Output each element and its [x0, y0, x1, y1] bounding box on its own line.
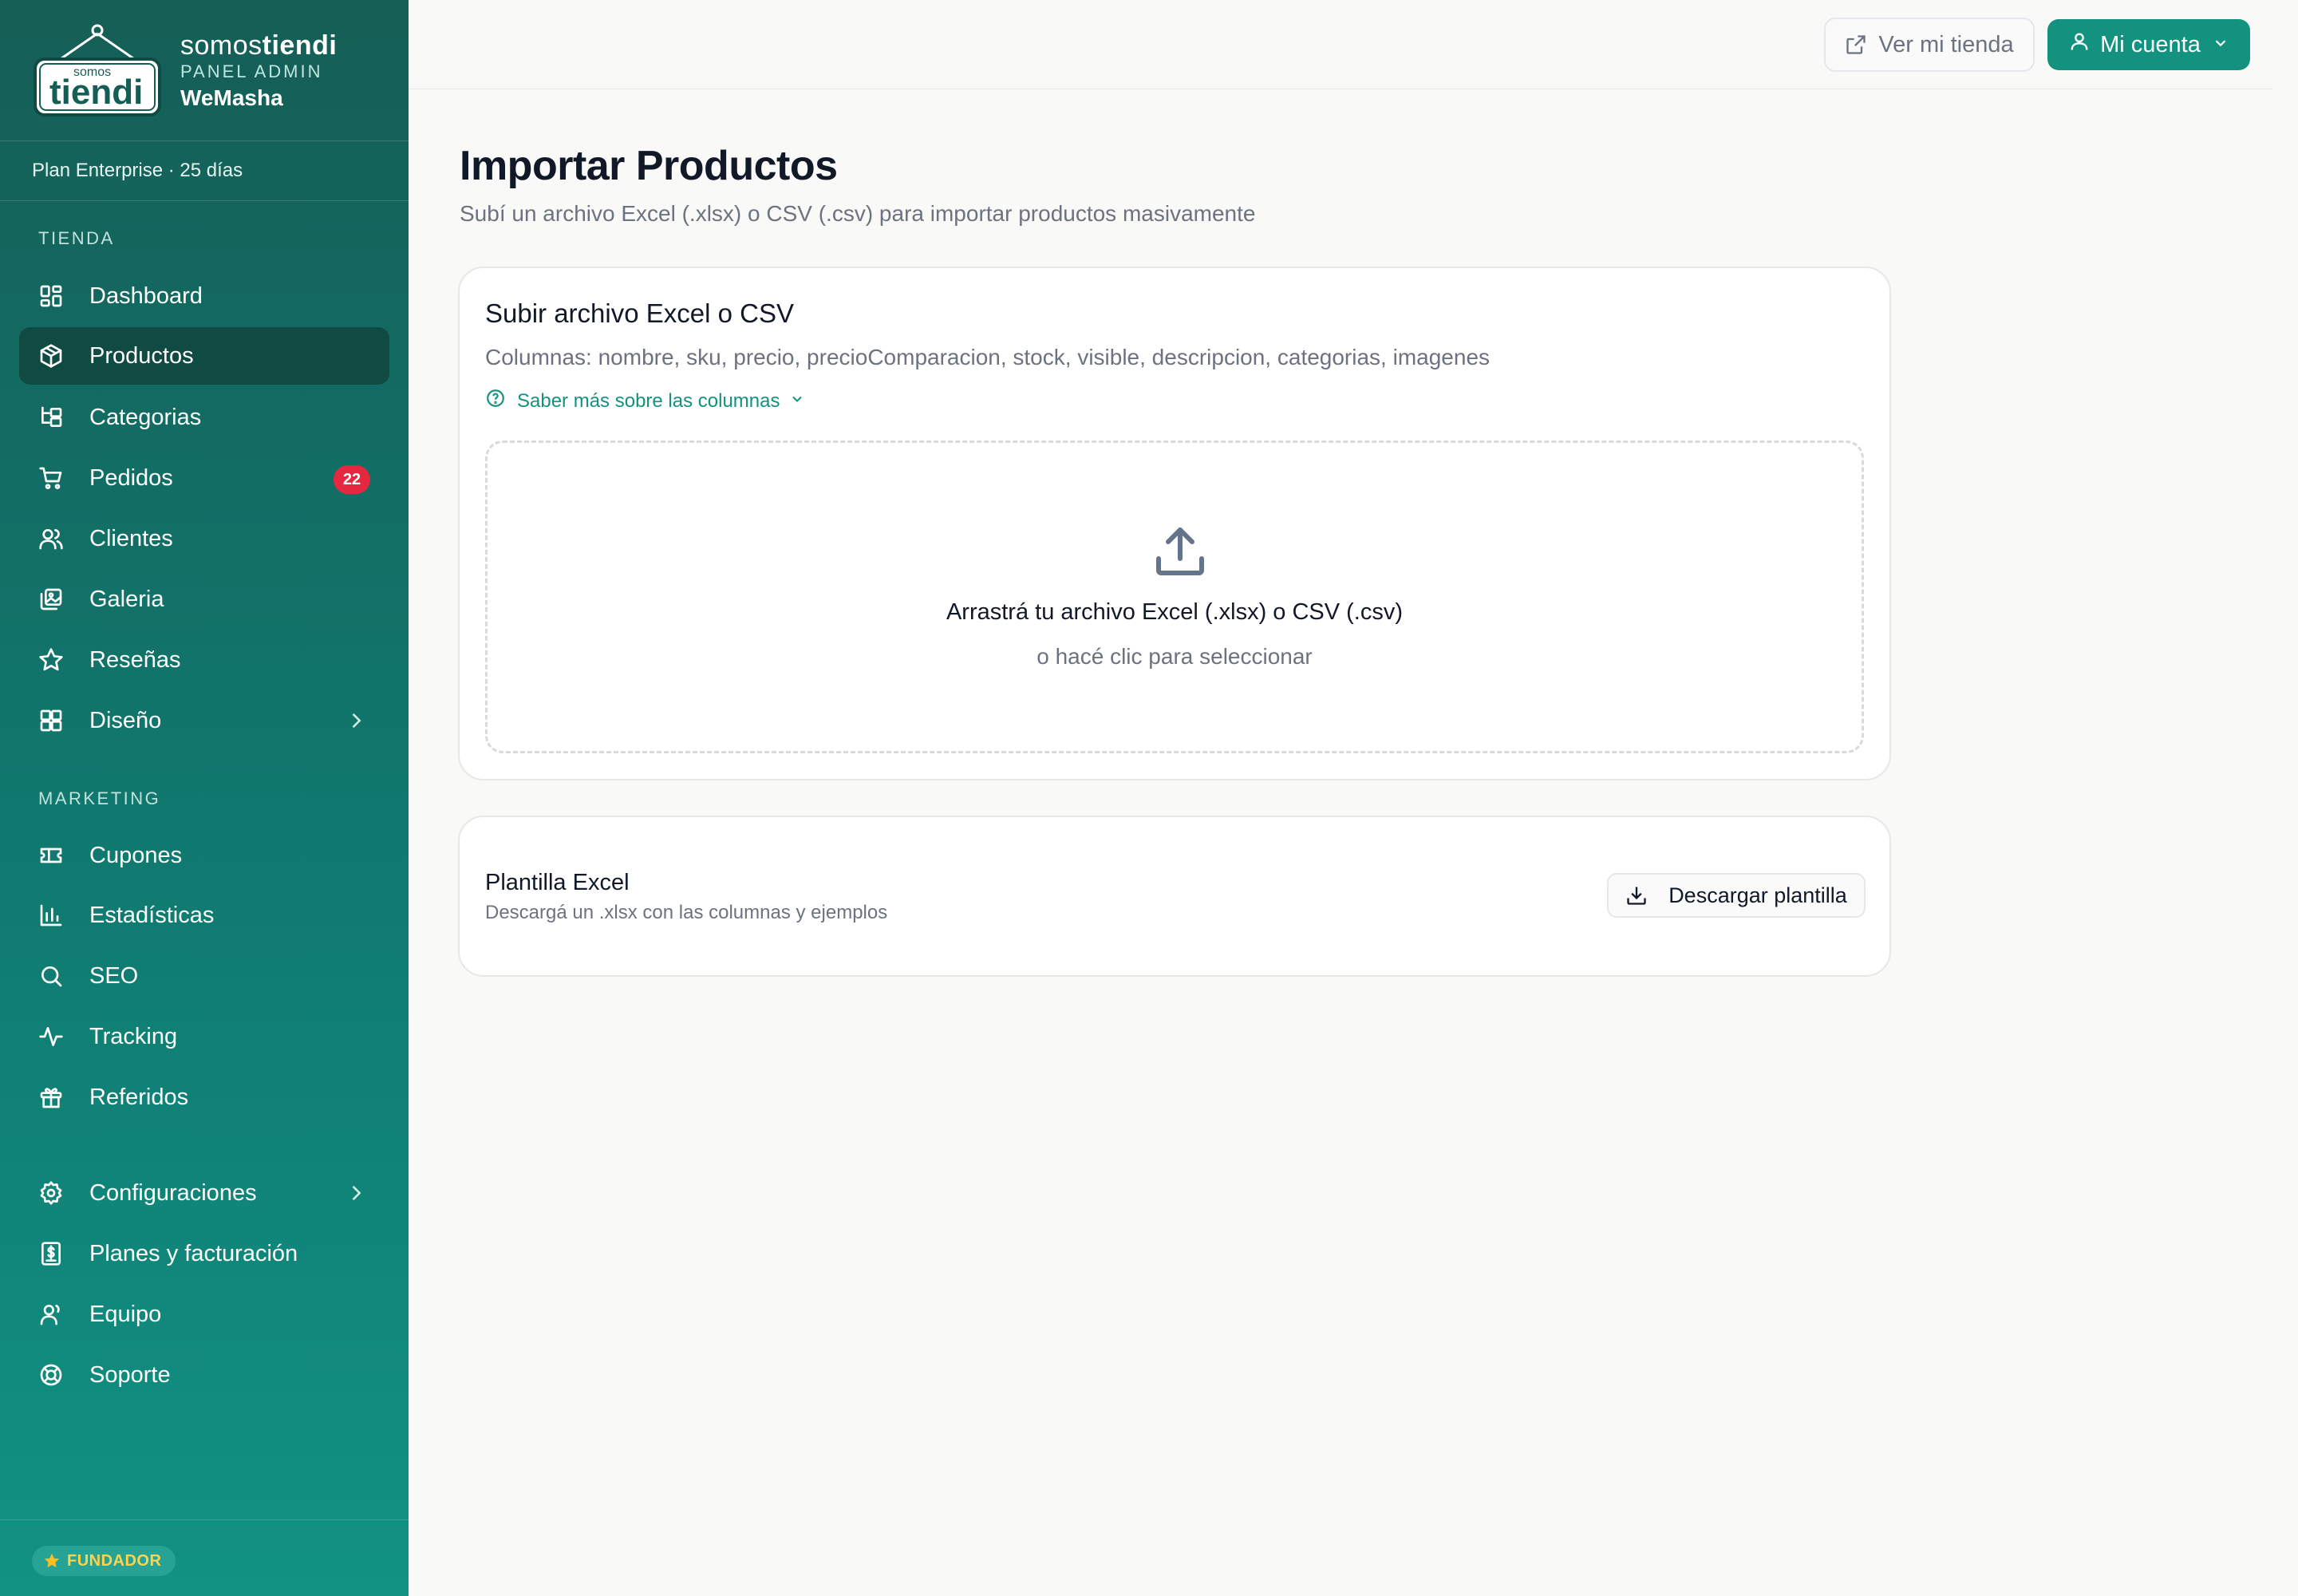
sidebar: somos tiendi somostiendi PANEL ADMIN WeM… — [0, 0, 409, 1596]
sidebar-item-label: Dashboard — [89, 282, 203, 309]
download-template-button[interactable]: Descargar plantilla — [1607, 873, 1866, 918]
dropzone-hint: o hacé clic para seleccionar — [1036, 644, 1313, 669]
logo-text-main: tiendi — [49, 73, 144, 112]
learn-more-columns-toggle[interactable]: Saber más sobre las columnas — [485, 388, 805, 414]
sidebar-item-galeria[interactable]: Galeria — [19, 571, 389, 628]
sidebar-item-label: SEO — [89, 962, 139, 989]
sidebar-item-cupones[interactable]: Cupones — [19, 827, 389, 884]
sidebar-item-label: Estadísticas — [89, 902, 215, 928]
learn-more-label: Saber más sobre las columnas — [517, 389, 780, 412]
sidebar-item-categorias[interactable]: Categorias — [19, 389, 389, 446]
sidebar-item-label: Reseñas — [89, 646, 181, 673]
gift-icon — [38, 1084, 64, 1110]
gear-icon — [38, 1180, 64, 1206]
account-label: Mi cuenta — [2100, 31, 2201, 57]
receipt-icon — [38, 1241, 64, 1266]
sidebar-item-label: Tracking — [89, 1023, 178, 1049]
chevron-down-icon — [780, 390, 805, 413]
sidebar-item-label: Soporte — [89, 1361, 171, 1388]
sidebar-item-diseno[interactable]: Diseño — [19, 692, 389, 749]
plan-info: Plan Enterprise · 25 días — [0, 140, 409, 201]
sidebar-item-label: Galeria — [89, 586, 164, 612]
brand-name-bold: tiendi — [262, 30, 338, 61]
brand-text: somostiendi PANEL ADMIN WeMasha — [180, 30, 337, 111]
upload-card: Subir archivo Excel o CSV Columnas: nomb… — [458, 267, 1891, 780]
tree-icon — [38, 405, 64, 430]
images-icon — [38, 587, 64, 612]
user-icon — [38, 1302, 64, 1327]
sidebar-item-seo[interactable]: SEO — [19, 947, 389, 1005]
sidebar-item-productos[interactable]: Productos — [19, 327, 389, 385]
page-subtitle: Subí un archivo Excel (.xlsx) o CSV (.cs… — [460, 201, 1256, 226]
founder-badge: FUNDADOR — [32, 1546, 176, 1576]
star-icon — [38, 647, 64, 673]
sidebar-item-tracking[interactable]: Tracking — [19, 1008, 389, 1065]
upload-icon — [1151, 523, 1209, 580]
view-store-button[interactable]: Ver mi tienda — [1824, 18, 2035, 72]
sidebar-item-clientes[interactable]: Clientes — [19, 510, 389, 567]
grid-icon — [38, 283, 64, 309]
sidebar-item-pedidos[interactable]: Pedidos 22 — [19, 449, 389, 507]
layout-icon — [38, 708, 64, 733]
orders-count-badge: 22 — [334, 465, 370, 494]
sidebar-item-label: Configuraciones — [89, 1179, 257, 1206]
search-icon — [38, 963, 64, 989]
columns-description: Columnas: nombre, sku, precio, precioCom… — [485, 345, 1491, 369]
chevron-right-icon — [345, 709, 367, 732]
sidebar-item-label: Equipo — [89, 1301, 162, 1327]
page-title: Importar Productos — [460, 143, 838, 189]
chart-icon — [38, 903, 64, 928]
cart-icon — [38, 465, 64, 491]
lifebuoy-icon — [38, 1362, 64, 1388]
section-title-tienda: TIENDA — [38, 228, 115, 248]
file-dropzone[interactable]: Arrastrá tu archivo Excel (.xlsx) o CSV … — [485, 440, 1864, 753]
account-menu-button[interactable]: Mi cuenta — [2047, 19, 2250, 70]
star-icon — [44, 1553, 60, 1568]
user-icon — [2068, 30, 2100, 59]
view-store-label: Ver mi tienda — [1878, 31, 2014, 57]
panel-subtitle: PANEL ADMIN — [180, 61, 323, 81]
template-card-title: Plantilla Excel — [485, 870, 630, 895]
download-icon — [1627, 887, 1646, 905]
activity-icon — [38, 1024, 64, 1049]
upload-card-title: Subir archivo Excel o CSV — [485, 298, 794, 328]
chevron-down-icon — [2201, 32, 2229, 58]
brand-name: somostiendi — [180, 30, 337, 61]
sidebar-item-referidos[interactable]: Referidos — [19, 1069, 389, 1126]
chevron-right-icon — [345, 1182, 367, 1204]
template-card: Plantilla Excel Descargá un .xlsx con la… — [458, 816, 1891, 977]
sidebar-item-equipo[interactable]: Equipo — [19, 1286, 389, 1343]
sidebar-item-configuraciones[interactable]: Configuraciones — [19, 1164, 389, 1222]
sidebar-item-estadisticas[interactable]: Estadísticas — [19, 887, 389, 944]
sidebar-item-label: Referidos — [89, 1084, 189, 1110]
sidebar-item-soporte[interactable]: Soporte — [19, 1346, 389, 1404]
users-icon — [38, 526, 64, 551]
help-circle-icon — [485, 388, 517, 414]
sidebar-item-label: Pedidos — [89, 464, 173, 491]
template-card-subtitle: Descargá un .xlsx con las columnas y eje… — [485, 902, 888, 923]
founder-badge-label: FUNDADOR — [67, 1551, 162, 1570]
sidebar-footer: FUNDADOR — [0, 1519, 409, 1596]
section-title-marketing: MARKETING — [38, 788, 161, 808]
external-link-icon — [1846, 35, 1866, 54]
sidebar-item-label: Clientes — [89, 525, 173, 551]
sidebar-item-planes[interactable]: Planes y facturación — [19, 1225, 389, 1282]
brand-name-light: somos — [180, 30, 263, 61]
sidebar-item-dashboard[interactable]: Dashboard — [19, 267, 389, 325]
package-icon — [38, 343, 64, 369]
dropzone-instruction: Arrastrá tu archivo Excel (.xlsx) o CSV … — [946, 599, 1404, 625]
store-name: WeMasha — [180, 85, 283, 110]
sidebar-item-label: Planes y facturación — [89, 1240, 298, 1266]
sidebar-item-label: Diseño — [89, 707, 162, 733]
brand[interactable]: somos tiendi somostiendi PANEL ADMIN WeM… — [32, 22, 399, 118]
ticket-icon — [38, 843, 64, 868]
sidebar-item-resenas[interactable]: Reseñas — [19, 631, 389, 689]
sidebar-item-label: Categorias — [89, 404, 202, 430]
download-template-label: Descargar plantilla — [1668, 883, 1847, 907]
sidebar-item-label: Cupones — [89, 842, 183, 868]
sidebar-item-label: Productos — [89, 342, 194, 369]
topbar: Ver mi tienda Mi cuenta — [409, 0, 2272, 89]
